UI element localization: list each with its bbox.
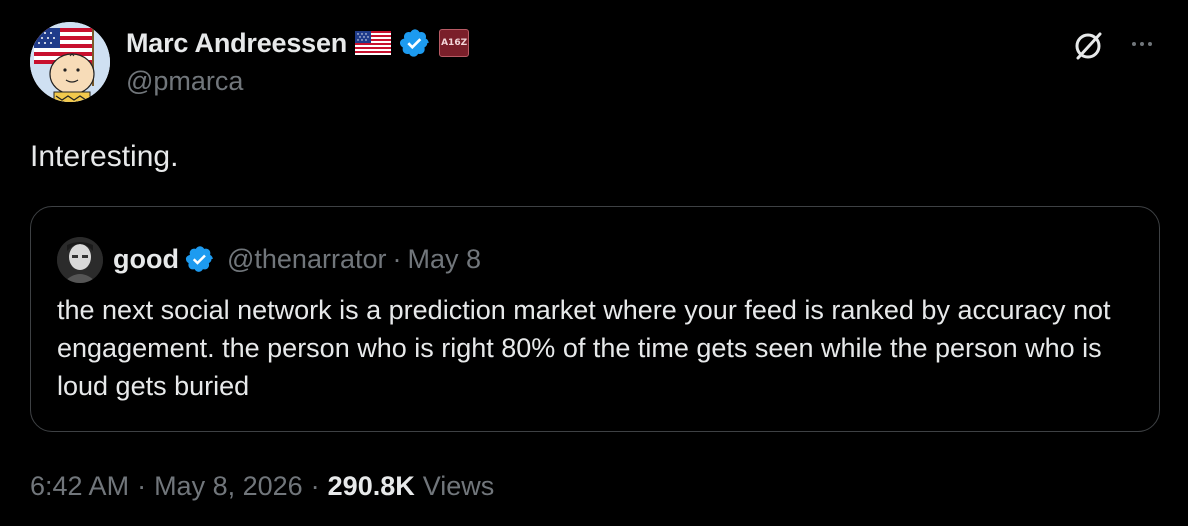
quoted-date[interactable]: May 8: [407, 244, 481, 275]
dot: [1132, 42, 1136, 46]
tweet-date[interactable]: May 8, 2026: [154, 471, 303, 502]
more-options-icon[interactable]: [1124, 30, 1160, 58]
views-label: Views: [422, 470, 495, 501]
us-flag-icon: [355, 31, 392, 55]
tweet-text: Interesting.: [30, 140, 179, 173]
quoted-text: the next social network is a prediction …: [57, 295, 1111, 401]
a16z-affiliate-badge[interactable]: A16Z: [439, 29, 470, 57]
separator: ·: [137, 470, 147, 501]
tweet: Marc Andreessen A16Z @pmarca Interesting…: [0, 0, 1188, 526]
verified-badge-icon[interactable]: [185, 244, 215, 274]
quoted-header: good @thenarrator · May 8: [113, 239, 481, 279]
dot: [1148, 42, 1152, 46]
dot: [1140, 42, 1144, 46]
quoted-display-name[interactable]: good: [113, 244, 179, 275]
separator: ·: [310, 470, 320, 501]
author-avatar[interactable]: [30, 22, 110, 102]
tweet-time[interactable]: 6:42 AM: [30, 471, 129, 502]
verified-badge-icon[interactable]: [399, 27, 431, 59]
author-display-name[interactable]: Marc Andreessen: [126, 28, 347, 59]
tweet-meta: 6:42 AM · May 8, 2026 · 290.8K Views: [30, 466, 494, 506]
separator: ·: [392, 243, 402, 274]
author-handle[interactable]: @pmarca: [126, 66, 243, 97]
quoted-handle[interactable]: @thenarrator: [227, 244, 386, 275]
grok-icon[interactable]: [1070, 28, 1106, 64]
author-name-row: Marc Andreessen A16Z: [126, 26, 470, 60]
quoted-tweet[interactable]: good @thenarrator · May 8 the next socia…: [30, 206, 1160, 432]
views-count[interactable]: 290.8K: [328, 471, 415, 502]
quoted-author-avatar[interactable]: [57, 237, 103, 283]
